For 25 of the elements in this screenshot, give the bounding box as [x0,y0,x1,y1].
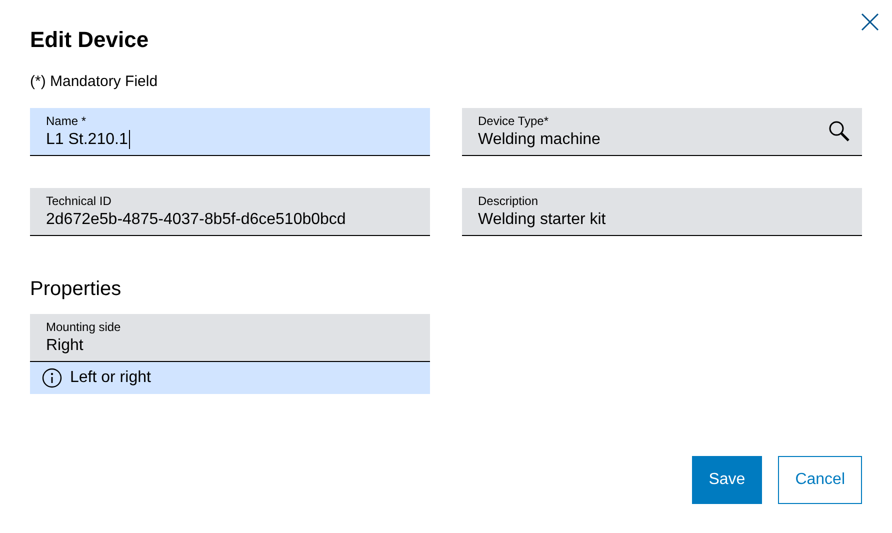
mandatory-note: (*) Mandatory Field [30,72,159,92]
dialog-title: Edit Device [30,26,150,54]
field-value: Welding starter kit [478,210,606,230]
input-field[interactable]: Description Welding starter kit [462,188,862,236]
save-button[interactable]: Save [692,456,762,504]
input-field[interactable]: Device Type* Welding machine [462,108,862,156]
field-value: Right [46,336,84,356]
text-cursor [128,130,130,150]
field-value: Welding machine [478,130,600,150]
close-icon[interactable] [861,13,879,31]
field-label: Mounting side [46,320,122,335]
input-field[interactable]: Technical ID 2d672e5b-4875-4037-8b5f-d6ce510b0bcd [30,188,430,236]
info-icon [42,368,62,388]
section-heading: Properties [30,277,122,302]
field-value: 2d672e5b-4875-4037-8b5f-d6ce510b0bcd [46,210,346,230]
field-label: Device Type* [478,114,550,129]
hint-text: Left or right [70,369,151,387]
search-icon[interactable] [828,120,850,142]
input-field[interactable]: Name * L1 St.210.1 [30,108,430,156]
input-field[interactable]: Mounting side Right [30,314,430,362]
cancel-button[interactable]: Cancel [778,456,862,504]
field-label: Name * [46,114,88,129]
field-label: Description [478,194,540,209]
field-label: Technical ID [46,194,112,209]
field-value: L1 St.210.1 [46,130,128,150]
